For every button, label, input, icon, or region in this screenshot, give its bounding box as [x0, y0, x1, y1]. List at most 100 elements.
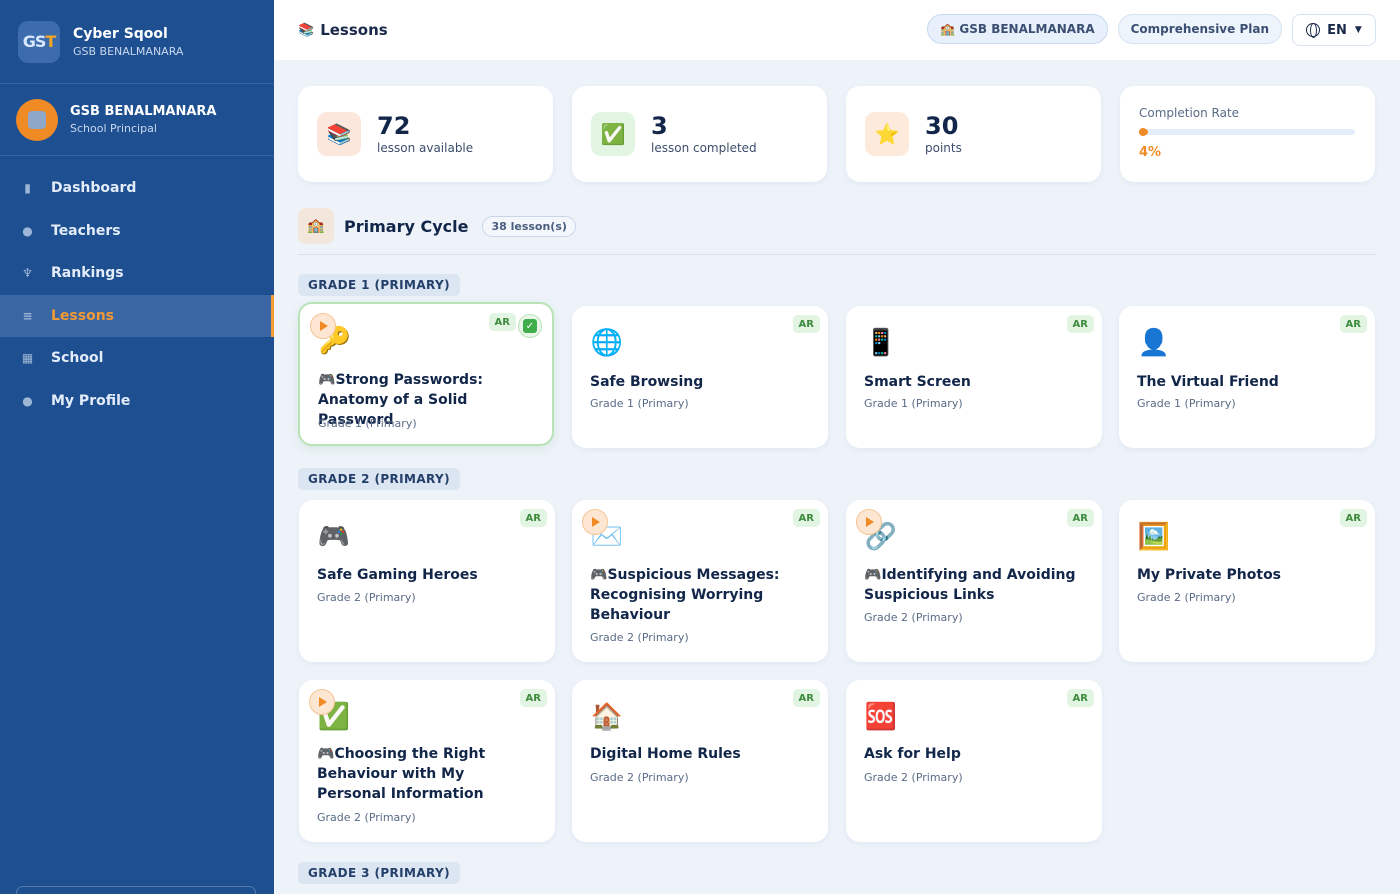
lesson-card[interactable]: AR 📱 Smart Screen Grade 1 (Primary) — [846, 306, 1102, 448]
stat-label: points — [925, 141, 962, 155]
lesson-title-text: Safe Gaming Heroes — [317, 567, 478, 583]
lesson-title: 🎮Identifying and Avoiding Suspicious Lin… — [864, 565, 1084, 605]
sidebar-item-teachers[interactable]: ● Teachers — [0, 210, 274, 253]
language-badge: AR — [1066, 509, 1094, 527]
sidebar-item-label: School — [51, 350, 104, 367]
sidebar-footer-button[interactable] — [16, 886, 256, 894]
lesson-title-text: Smart Screen — [864, 374, 971, 390]
logo: GS T — [18, 20, 60, 63]
app-title: Cyber Sqool — [73, 25, 168, 42]
chart-icon: ▮ — [24, 181, 31, 196]
lesson-card[interactable]: AR 🎮 Safe Gaming Heroes Grade 2 (Primary) — [299, 500, 555, 662]
lesson-card[interactable]: AR ✓ 🔑 🎮Strong Passwords: Anatomy of a Soli… — [298, 302, 554, 446]
grade-3-heading: GRADE 3 (PRIMARY) — [298, 862, 461, 884]
lesson-card[interactable]: AR 👤 The Virtual Friend Grade 1 (Primary) — [1119, 306, 1375, 448]
user-icon — [28, 110, 46, 129]
lesson-title-text: Digital Home Rules — [590, 746, 741, 762]
lesson-card[interactable]: AR ✉️ 🎮Suspicious Messages: Recognising Wo… — [572, 500, 828, 662]
globe-icon — [1306, 23, 1321, 38]
language-badge: AR — [519, 509, 547, 527]
lesson-grade: Grade 2 (Primary) — [590, 771, 689, 784]
gamepad-icon: 🎮 — [864, 567, 882, 583]
lesson-icon: 🆘 — [864, 702, 898, 732]
completion-value: 4% — [1139, 145, 1162, 160]
sidebar-item-my-profile[interactable]: ● My Profile — [0, 380, 274, 423]
sidebar-item-label: Dashboard — [51, 180, 137, 197]
school-icon: 🏫 — [298, 208, 334, 244]
check-icon: ✅ — [591, 112, 635, 156]
stat-value: 3 — [651, 112, 668, 140]
sidebar-item-label: Lessons — [51, 307, 114, 324]
language-badge: AR — [792, 509, 820, 527]
lesson-title: Smart Screen — [864, 372, 1084, 392]
lesson-title: My Private Photos — [1137, 565, 1357, 585]
lesson-grade: Grade 2 (Primary) — [864, 771, 963, 784]
language-badge: AR — [1339, 509, 1367, 527]
lesson-grade: Grade 2 (Primary) — [1137, 591, 1236, 604]
grade-1-heading: GRADE 1 (PRIMARY) — [298, 274, 461, 296]
lesson-icon: 🎮 — [317, 522, 351, 552]
section-title: Primary Cycle — [344, 216, 469, 236]
stat-points: ⭐ 30 points — [846, 86, 1101, 182]
lesson-card[interactable]: AR 🏠 Digital Home Rules Grade 2 (Primary) — [572, 680, 828, 842]
user-icon: ● — [22, 393, 33, 408]
lesson-card[interactable]: AR ✅ 🎮Choosing the Right Behaviour with My… — [299, 680, 555, 842]
stat-value: 72 — [377, 112, 411, 140]
language-badge: AR — [519, 689, 547, 707]
sidebar-item-dashboard[interactable]: ▮ Dashboard — [0, 167, 274, 210]
sidebar-item-lessons[interactable]: ≡ Lessons — [0, 294, 274, 337]
progress-dot — [1139, 128, 1147, 136]
lesson-icon: 🏠 — [590, 702, 624, 732]
language-badge: AR — [1339, 315, 1367, 333]
lesson-card[interactable]: AR 🌐 Safe Browsing Grade 1 (Primary) — [572, 306, 828, 448]
books-icon: 📚 — [298, 22, 315, 38]
play-icon — [856, 509, 882, 535]
lesson-card[interactable]: AR 🖼️ My Private Photos Grade 2 (Primary) — [1119, 500, 1375, 662]
lesson-title: Ask for Help — [864, 744, 1084, 764]
sidebar-item-label: Rankings — [51, 265, 124, 282]
sidebar-nav: ▮ Dashboard ● Teachers ♆ Rankings ≡ Lessons ▦ Sch… — [0, 167, 274, 422]
chevron-down-icon: ▼ — [1354, 25, 1362, 35]
completion-progress-bar — [1139, 128, 1355, 136]
teacher-icon: ● — [22, 223, 33, 238]
grade-2-heading: GRADE 2 (PRIMARY) — [298, 468, 461, 490]
lesson-card[interactable]: AR 🆘 Ask for Help Grade 2 (Primary) — [846, 680, 1102, 842]
user-profile[interactable]: GSB BENALMANARA School Principal — [0, 84, 274, 156]
stat-available: 📚 72 lesson available — [298, 86, 553, 182]
lesson-grade: Grade 1 (Primary) — [864, 397, 963, 410]
gamepad-icon: 🎮 — [590, 567, 608, 583]
lesson-title-text: The Virtual Friend — [1137, 374, 1279, 390]
lesson-title: The Virtual Friend — [1137, 372, 1357, 392]
brand-header[interactable]: GS T Cyber Sqool GSB BENALMANARA — [0, 0, 274, 84]
lesson-icon: 👤 — [1137, 328, 1171, 358]
language-badge: AR — [1066, 315, 1094, 333]
lesson-grade: Grade 2 (Primary) — [317, 591, 416, 604]
trophy-icon: ♆ — [22, 266, 33, 281]
lesson-title: Safe Browsing — [590, 372, 810, 392]
user-role: School Principal — [70, 122, 157, 135]
lesson-card[interactable]: AR 🔗 🎮Identifying and Avoiding Suspicious … — [846, 500, 1102, 662]
lesson-grade: Grade 1 (Primary) — [1137, 397, 1236, 410]
lesson-title: Digital Home Rules — [590, 744, 810, 764]
lesson-title: Safe Gaming Heroes — [317, 565, 537, 585]
lesson-title-text: Choosing the Right Behaviour with My Per… — [317, 746, 486, 802]
lesson-icon: 📱 — [864, 328, 898, 358]
stat-completion-rate: Completion Rate 4% — [1120, 86, 1375, 182]
gamepad-icon: 🎮 — [317, 746, 335, 762]
app-subtitle: GSB BENALMANARA — [73, 44, 184, 58]
plan-pill[interactable]: Comprehensive Plan — [1117, 14, 1282, 44]
language-selector[interactable]: EN ▼ — [1292, 14, 1376, 46]
language-badge: AR — [488, 313, 516, 331]
lesson-grade: Grade 1 (Primary) — [318, 417, 417, 430]
sidebar-item-school[interactable]: ▦ School — [0, 337, 274, 380]
sidebar-item-rankings[interactable]: ♆ Rankings — [0, 252, 274, 295]
language-badge: AR — [792, 689, 820, 707]
completed-check-icon: ✓ — [518, 314, 542, 338]
lesson-grade: Grade 2 (Primary) — [590, 631, 689, 644]
user-name: GSB BENALMANARA — [70, 104, 217, 119]
school-pill[interactable]: 🏫 GSB BENALMANARA — [927, 14, 1108, 44]
sidebar-item-label: My Profile — [51, 392, 131, 409]
sidebar-item-label: Teachers — [51, 222, 121, 239]
section-header: 🏫 Primary Cycle 38 lesson(s) — [298, 208, 576, 244]
lesson-title: 🎮Suspicious Messages: Recognising Worryi… — [590, 565, 810, 625]
